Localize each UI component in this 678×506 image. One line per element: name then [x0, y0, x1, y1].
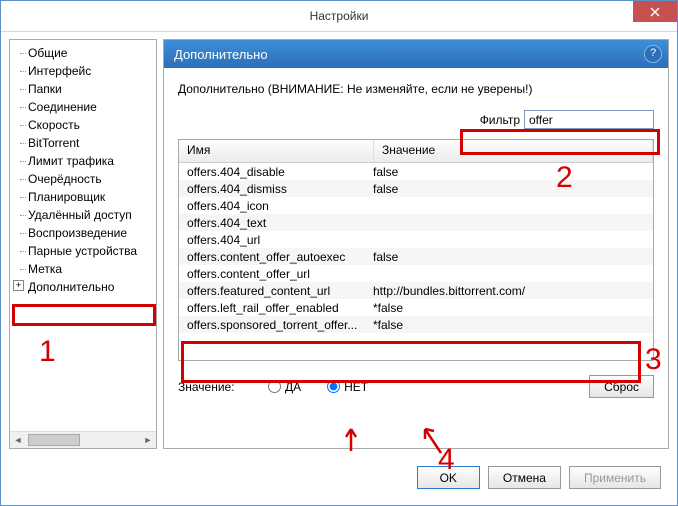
tree-item[interactable]: Интерфейс	[10, 62, 156, 80]
tree-item[interactable]: Воспроизведение	[10, 224, 156, 242]
cell-name: offers.404_text	[179, 216, 365, 230]
tree-item-label: Удалённый доступ	[28, 208, 132, 222]
value-label: Значение:	[178, 380, 268, 394]
tree-item[interactable]: Скорость	[10, 116, 156, 134]
tree-item[interactable]: Удалённый доступ	[10, 206, 156, 224]
tree-item[interactable]: Соединение	[10, 98, 156, 116]
tree-item[interactable]: Очерёдность	[10, 170, 156, 188]
tree-item[interactable]: Папки	[10, 80, 156, 98]
tree-item-label: Общие	[28, 46, 67, 60]
cell-name: offers.404_disable	[179, 165, 365, 179]
close-button[interactable]	[633, 1, 677, 22]
tree-item-label: Планировщик	[28, 190, 105, 204]
table-row[interactable]: offers.404_dismissfalse	[179, 180, 653, 197]
cell-value: http://bundles.bittorrent.com/	[365, 284, 653, 298]
cell-value: false	[365, 250, 653, 264]
cell-value: false	[365, 165, 653, 179]
tree-item-label: Парные устройства	[28, 244, 137, 258]
table-row[interactable]: offers.sponsored_torrent_offer...*false	[179, 316, 653, 333]
panel-header: Дополнительно ?	[164, 40, 668, 68]
main-panel: Дополнительно ? Дополнительно (ВНИМАНИЕ:…	[163, 39, 669, 449]
cancel-button[interactable]: Отмена	[488, 466, 561, 489]
tree-item-label: Метка	[28, 262, 62, 276]
column-name[interactable]: Имя	[179, 140, 374, 162]
filter-label: Фильтр	[480, 113, 520, 127]
radio-yes-label: ДА	[285, 380, 301, 394]
cell-value: false	[365, 182, 653, 196]
panel-heading: Дополнительно	[174, 47, 268, 62]
settings-window: Настройки Общие Интерфейс Папки Соединение С…	[0, 0, 678, 506]
radio-yes[interactable]: ДА	[268, 380, 301, 394]
scroll-left-icon[interactable]: ◄	[10, 432, 26, 448]
grid-header: Имя Значение	[179, 140, 653, 163]
table-row[interactable]: offers.featured_content_urlhttp://bundle…	[179, 282, 653, 299]
titlebar: Настройки	[1, 1, 677, 32]
help-icon[interactable]: ?	[644, 45, 662, 63]
cell-name: offers.sponsored_torrent_offer...	[179, 318, 365, 332]
tree-item[interactable]: + Дополнительно	[10, 278, 156, 296]
table-row[interactable]: offers.404_text	[179, 214, 653, 231]
tree-item[interactable]: Парные устройства	[10, 242, 156, 260]
window-title: Настройки	[310, 9, 369, 23]
tree-item-label: Воспроизведение	[28, 226, 127, 240]
cell-name: offers.content_offer_autoexec	[179, 250, 365, 264]
ok-button[interactable]: OK	[417, 466, 480, 489]
cell-name: offers.left_rail_offer_enabled	[179, 301, 365, 315]
category-tree[interactable]: Общие Интерфейс Папки Соединение Скорость Bit…	[9, 39, 157, 449]
table-row[interactable]: offers.left_rail_offer_enabled*false	[179, 299, 653, 316]
table-row[interactable]: offers.404_disablefalse	[179, 163, 653, 180]
cell-name: offers.featured_content_url	[179, 284, 365, 298]
cell-value: *false	[365, 301, 653, 315]
table-row[interactable]: offers.content_offer_autoexecfalse	[179, 248, 653, 265]
reset-button[interactable]: Сброс	[589, 375, 654, 398]
cell-name: offers.404_icon	[179, 199, 365, 213]
scroll-right-icon[interactable]: ►	[140, 432, 156, 448]
cell-name: offers.content_offer_url	[179, 267, 365, 281]
settings-grid[interactable]: Имя Значение offers.404_disablefalseoffe…	[178, 139, 654, 361]
filter-row: Фильтр	[178, 110, 654, 129]
radio-no[interactable]: НЕТ	[327, 380, 368, 394]
cell-name: offers.404_dismiss	[179, 182, 365, 196]
apply-button[interactable]: Применить	[569, 466, 661, 489]
table-row[interactable]: offers.content_offer_url	[179, 265, 653, 282]
radio-yes-input[interactable]	[268, 380, 281, 393]
tree-item-label: Папки	[28, 82, 62, 96]
radio-no-label: НЕТ	[344, 380, 368, 394]
tree-item-label: Очерёдность	[28, 172, 102, 186]
close-icon	[650, 7, 660, 17]
tree-item[interactable]: Общие	[10, 44, 156, 62]
expand-icon[interactable]: +	[13, 280, 24, 291]
filter-input[interactable]	[524, 110, 654, 129]
dialog-buttons: OK Отмена Применить	[417, 466, 661, 489]
sidebar-scrollbar[interactable]: ◄ ►	[10, 431, 156, 448]
cell-name: offers.404_url	[179, 233, 365, 247]
radio-no-input[interactable]	[327, 380, 340, 393]
column-value[interactable]: Значение	[374, 140, 653, 162]
tree-item[interactable]: Планировщик	[10, 188, 156, 206]
tree-item[interactable]: Лимит трафика	[10, 152, 156, 170]
tree-item[interactable]: Метка	[10, 260, 156, 278]
scroll-thumb[interactable]	[28, 434, 80, 446]
cell-value: *false	[365, 318, 653, 332]
tree-item-label: BitTorrent	[28, 136, 79, 150]
tree-item-label: Соединение	[28, 100, 97, 114]
tree-item-label: Дополнительно	[28, 280, 114, 294]
tree-item-label: Скорость	[28, 118, 80, 132]
tree-item[interactable]: BitTorrent	[10, 134, 156, 152]
dialog-body: Общие Интерфейс Папки Соединение Скорость Bit…	[1, 31, 677, 505]
table-row[interactable]: offers.404_url	[179, 231, 653, 248]
warning-text: Дополнительно (ВНИМАНИЕ: Не изменяйте, е…	[178, 82, 654, 96]
value-editor-row: Значение: ДА НЕТ Сброс	[178, 375, 654, 398]
tree-item-label: Интерфейс	[28, 64, 91, 78]
table-row[interactable]: offers.404_icon	[179, 197, 653, 214]
tree-item-label: Лимит трафика	[28, 154, 114, 168]
